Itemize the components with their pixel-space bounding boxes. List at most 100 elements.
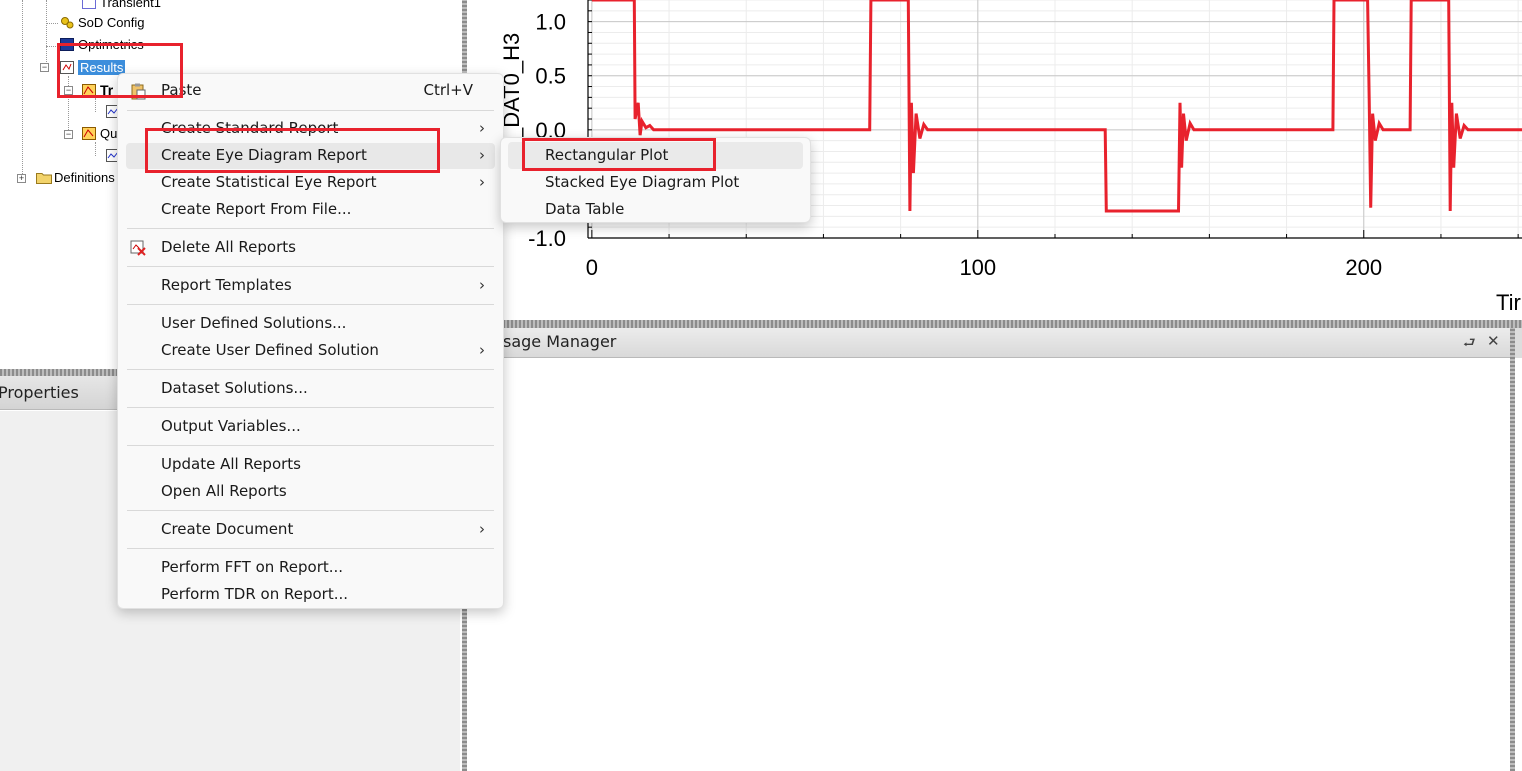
menu-item-paste[interactable]: Paste Ctrl+V (126, 78, 495, 104)
x-tick-label: 200 (1345, 255, 1382, 280)
menu-separator (127, 510, 494, 511)
menu-item-label: Create Statistical Eye Report (161, 173, 377, 191)
x-tick-label: 0 (586, 255, 598, 280)
shortcut-label: Ctrl+V (423, 81, 473, 99)
menu-item-label: Create Eye Diagram Report (161, 146, 367, 164)
menu-item-label: Create Standard Report (161, 119, 339, 137)
menu-item-create-report-from-file[interactable]: Create Report From File... (126, 197, 495, 223)
menu-separator (127, 110, 494, 111)
chevron-right-icon: › (479, 276, 485, 294)
eye-diagram-submenu: Rectangular Plot Stacked Eye Diagram Plo… (500, 137, 811, 223)
folder-icon (36, 171, 52, 184)
chevron-right-icon: › (479, 341, 485, 359)
menu-item-report-templates[interactable]: Report Templates › (126, 273, 495, 299)
menu-separator (127, 304, 494, 305)
menu-item-create-statistical-eye-report[interactable]: Create Statistical Eye Report › (126, 170, 495, 196)
chevron-right-icon: › (479, 173, 485, 191)
collapse-icon[interactable]: − (64, 130, 73, 139)
tree-item-results[interactable]: Results (60, 59, 126, 77)
delete-reports-icon (129, 239, 147, 257)
menu-item-update-all-reports[interactable]: Update All Reports (126, 452, 495, 478)
menu-item-label: Data Table (545, 200, 625, 218)
menu-item-create-user-defined-solution[interactable]: Create User Defined Solution › (126, 338, 495, 364)
menu-item-label: Report Templates (161, 276, 292, 294)
tree-item-label: Transient1 (100, 0, 161, 10)
context-menu: Paste Ctrl+V Create Standard Report › Cr… (117, 73, 504, 609)
paste-icon (129, 82, 147, 100)
message-manager-title: sage Manager (503, 332, 617, 351)
menu-item-label: Create Report From File... (161, 200, 352, 218)
close-icon[interactable]: ✕ (1487, 332, 1500, 350)
menu-item-label: Stacked Eye Diagram Plot (545, 173, 740, 191)
tree-item-quick-report[interactable]: Qu (82, 125, 117, 143)
menu-item-dataset-solutions[interactable]: Dataset Solutions... (126, 376, 495, 402)
vertical-splitter[interactable] (1510, 328, 1515, 771)
menu-item-create-eye-diagram-report[interactable]: Create Eye Diagram Report › (126, 143, 495, 169)
message-manager-body (468, 358, 1509, 771)
tree-item-optimetrics[interactable]: Optimetrics (60, 36, 144, 54)
menu-item-label: Perform FFT on Report... (161, 558, 344, 576)
y-tick-label: 1.0 (535, 10, 566, 35)
menu-item-label: Create Document (161, 520, 294, 538)
x-tick-label: 100 (959, 255, 996, 280)
menu-item-delete-all-reports[interactable]: Delete All Reports (126, 235, 495, 261)
message-manager-header: sage Manager ⮐ ✕ (467, 328, 1510, 358)
tree-item-label: SoD Config (78, 15, 145, 30)
chevron-right-icon: › (479, 119, 485, 137)
tree-line (95, 142, 96, 156)
tree-item-transient1[interactable]: Transient1 (82, 0, 161, 12)
menu-item-perform-tdr[interactable]: Perform TDR on Report... (126, 582, 495, 608)
x-axis-label: Tir (1496, 290, 1521, 315)
chevron-right-icon: › (479, 146, 485, 164)
menu-item-label: Update All Reports (161, 455, 301, 473)
report-icon (82, 83, 96, 97)
tree-line (46, 0, 47, 70)
tree-item-label: Qu (100, 126, 118, 141)
menu-item-label: Output Variables... (161, 417, 301, 435)
menu-item-label: User Defined Solutions... (161, 314, 347, 332)
menu-separator (127, 445, 494, 446)
y-tick-label: 0.5 (535, 64, 566, 89)
menu-item-create-document[interactable]: Create Document › (126, 517, 495, 543)
collapse-icon[interactable]: − (40, 63, 49, 72)
gear-icon (60, 16, 74, 29)
properties-title: Properties (0, 383, 79, 402)
collapse-icon[interactable]: − (64, 86, 73, 95)
menu-separator (127, 369, 494, 370)
menu-item-label: Perform TDR on Report... (161, 585, 349, 603)
tree-item-transient-report[interactable]: Tr (82, 81, 113, 99)
horizontal-splitter[interactable] (467, 320, 1522, 328)
menu-item-label: Rectangular Plot (545, 146, 669, 164)
tree-item-sod-config[interactable]: SoD Config (60, 14, 144, 32)
menu-item-create-standard-report[interactable]: Create Standard Report › (126, 116, 495, 142)
tree-item-label: Definitions (54, 170, 115, 185)
tree-line (95, 98, 96, 112)
pin-icon[interactable]: ⮐ (1463, 332, 1476, 356)
report-icon (82, 0, 96, 9)
menu-item-user-defined-solutions[interactable]: User Defined Solutions... (126, 311, 495, 337)
optimetrics-icon (60, 38, 74, 51)
expand-icon[interactable]: + (17, 174, 26, 183)
menu-separator (127, 407, 494, 408)
menu-item-label: Paste (161, 81, 202, 99)
menu-item-label: Dataset Solutions... (161, 379, 308, 397)
submenu-item-rectangular-plot[interactable]: Rectangular Plot (508, 142, 803, 169)
submenu-item-stacked-eye-diagram-plot[interactable]: Stacked Eye Diagram Plot (508, 169, 803, 196)
chevron-right-icon: › (479, 520, 485, 538)
menu-item-output-variables[interactable]: Output Variables... (126, 414, 495, 440)
menu-separator (127, 266, 494, 267)
tree-line (22, 0, 23, 178)
menu-item-open-all-reports[interactable]: Open All Reports (126, 479, 495, 505)
menu-item-perform-fft[interactable]: Perform FFT on Report... (126, 555, 495, 581)
tree-line (46, 23, 58, 24)
menu-item-label: Open All Reports (161, 482, 287, 500)
tree-item-definitions[interactable]: Definitions (36, 169, 115, 187)
submenu-item-data-table[interactable]: Data Table (508, 196, 803, 223)
tree-item-label: Results (78, 60, 126, 75)
y-tick-label: -1.0 (528, 226, 566, 251)
tree-line (46, 46, 58, 47)
results-icon (60, 61, 74, 74)
menu-item-label: Create User Defined Solution (161, 341, 379, 359)
report-icon (82, 127, 96, 140)
side-panel-tab[interactable] (1515, 328, 1522, 358)
